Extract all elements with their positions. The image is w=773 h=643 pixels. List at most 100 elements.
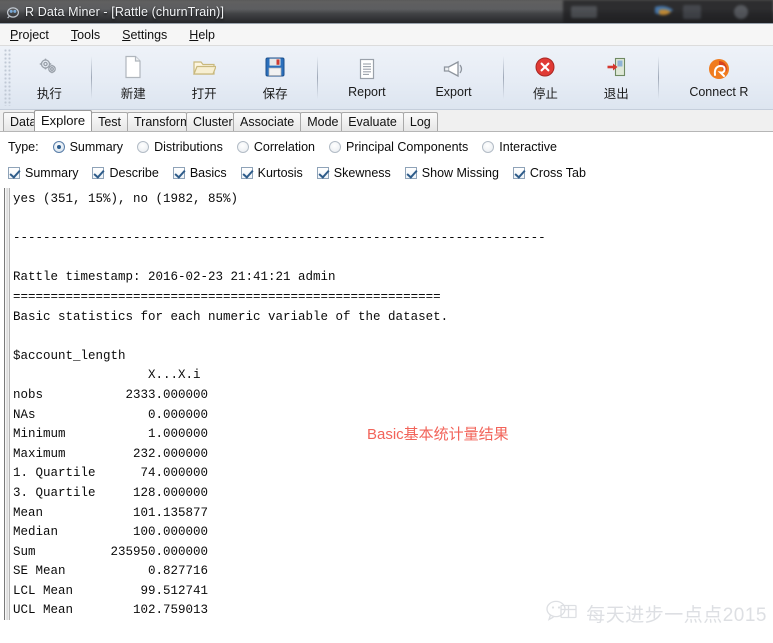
checkbox-summary-indicator — [8, 167, 20, 179]
toolbar-button-new-label: 新建 — [121, 83, 146, 102]
menu-item-help[interactable]: Help — [187, 27, 217, 43]
radio-correlation-indicator — [237, 141, 249, 153]
tab-evaluate[interactable]: Evaluate — [341, 112, 404, 131]
console-output-text: yes (351, 15%), no (1982, 85%) ---------… — [13, 190, 546, 620]
checkbox-kurtosis-indicator — [241, 167, 253, 179]
tab-associate[interactable]: Associate — [233, 112, 301, 131]
rattle-app-icon — [6, 5, 20, 19]
checkbox-cross-tab-label: Cross Tab — [530, 166, 586, 180]
tab-strip: Data Explore Test Transform Cluster Asso… — [0, 110, 773, 132]
toolbar-button-connect-r-label: Connect R — [689, 85, 748, 99]
checkbox-basics[interactable]: Basics — [173, 166, 227, 180]
radio-correlation-label: Correlation — [254, 140, 315, 154]
toolbar-drag-grip[interactable] — [4, 49, 12, 106]
wechat-logo-icon — [545, 598, 579, 629]
tab-log[interactable]: Log — [403, 112, 438, 131]
toolbar-button-export[interactable]: Export — [410, 46, 497, 109]
open-folder-icon — [192, 54, 216, 80]
radio-summary-indicator — [53, 141, 65, 153]
tab-test[interactable]: Test — [91, 112, 128, 131]
toolbar-separator-3 — [503, 56, 504, 99]
radio-principal-components-label: Principal Components — [346, 140, 468, 154]
annotation-basic-stats: Basic基本统计量结果 — [367, 423, 509, 444]
stop-circle-icon — [534, 54, 556, 80]
checkbox-cross-tab-indicator — [513, 167, 525, 179]
checkbox-kurtosis[interactable]: Kurtosis — [241, 166, 303, 180]
toolbar-button-open[interactable]: 打开 — [169, 46, 240, 109]
radio-distributions-label: Distributions — [154, 140, 223, 154]
explore-options-row: Summary Describe Basics Kurtosis Skewnes… — [0, 159, 773, 186]
toolbar-button-stop[interactable]: 停止 — [510, 46, 581, 109]
toolbar-button-save[interactable]: 保存 — [240, 46, 311, 109]
toolbar-button-report[interactable]: Report — [324, 46, 411, 109]
checkbox-describe-label: Describe — [109, 166, 158, 180]
title-bar: R Data Miner - [Rattle (churnTrain)] — [0, 0, 773, 24]
menu-item-project[interactable]: Project — [8, 27, 51, 43]
toolbar-button-stop-label: 停止 — [533, 83, 558, 102]
toolbar-separator-2 — [317, 56, 318, 99]
execute-gears-icon — [37, 54, 61, 80]
toolbar-button-execute-label: 执行 — [37, 83, 62, 102]
checkbox-skewness-label: Skewness — [334, 166, 391, 180]
checkbox-basics-label: Basics — [190, 166, 227, 180]
radio-summary[interactable]: Summary — [53, 140, 123, 154]
application-window: R Data Miner - [Rattle (churnTrain)] Pro… — [0, 0, 773, 643]
menu-item-settings[interactable]: Settings — [120, 27, 169, 43]
menu-item-tools[interactable]: Tools — [69, 27, 102, 43]
checkbox-summary-label: Summary — [25, 166, 78, 180]
checkbox-show-missing-indicator — [405, 167, 417, 179]
radio-interactive-label: Interactive — [499, 140, 557, 154]
quit-door-icon — [605, 54, 627, 80]
radio-distributions[interactable]: Distributions — [137, 140, 223, 154]
connect-r-icon — [707, 56, 731, 82]
toolbar-button-save-label: 保存 — [263, 83, 288, 102]
checkbox-describe[interactable]: Describe — [92, 166, 158, 180]
tab-transform[interactable]: Transform — [127, 112, 187, 131]
radio-distributions-indicator — [137, 141, 149, 153]
menu-item-tools-label-rest: ools — [77, 28, 100, 42]
radio-interactive-indicator — [482, 141, 494, 153]
toolbar-separator-1 — [91, 56, 92, 99]
new-document-icon — [123, 54, 143, 80]
toolbar: 执行 新建 打开 — [0, 46, 773, 110]
toolbar-button-quit[interactable]: 退出 — [581, 46, 652, 109]
checkbox-skewness[interactable]: Skewness — [317, 166, 391, 180]
toolbar-button-execute[interactable]: 执行 — [14, 46, 85, 109]
checkbox-describe-indicator — [92, 167, 104, 179]
watermark: 每天进步一点点2015 — [545, 598, 767, 629]
type-label: Type: — [8, 140, 39, 154]
toolbar-separator-4 — [658, 56, 659, 99]
tab-explore[interactable]: Explore — [34, 110, 92, 131]
watermark-text: 每天进步一点点2015 — [586, 600, 767, 627]
report-lines-icon — [358, 56, 376, 82]
checkbox-show-missing[interactable]: Show Missing — [405, 166, 499, 180]
toolbar-button-connect-r[interactable]: Connect R — [665, 46, 773, 109]
output-text-panel[interactable]: yes (351, 15%), no (1982, 85%) ---------… — [4, 188, 773, 620]
radio-summary-label: Summary — [70, 140, 123, 154]
radio-interactive[interactable]: Interactive — [482, 140, 557, 154]
window-title: R Data Miner - [Rattle (churnTrain)] — [25, 5, 224, 19]
radio-principal-components-indicator — [329, 141, 341, 153]
menu-item-project-label-rest: roject — [18, 28, 49, 42]
checkbox-show-missing-label: Show Missing — [422, 166, 499, 180]
checkbox-skewness-indicator — [317, 167, 329, 179]
checkbox-summary[interactable]: Summary — [8, 166, 78, 180]
radio-correlation[interactable]: Correlation — [237, 140, 315, 154]
save-floppy-icon — [264, 54, 286, 80]
tab-cluster[interactable]: Cluster — [186, 112, 234, 131]
checkbox-kurtosis-label: Kurtosis — [258, 166, 303, 180]
radio-principal-components[interactable]: Principal Components — [329, 140, 468, 154]
toolbar-button-report-label: Report — [348, 85, 386, 99]
toolbar-button-new[interactable]: 新建 — [98, 46, 169, 109]
menu-item-settings-label-rest: ettings — [130, 28, 167, 42]
toolbar-button-open-label: 打开 — [192, 83, 217, 102]
checkbox-basics-indicator — [173, 167, 185, 179]
menu-item-help-label-rest: elp — [198, 28, 215, 42]
tab-model[interactable]: Mode — [300, 112, 342, 131]
checkbox-cross-tab[interactable]: Cross Tab — [513, 166, 586, 180]
title-bar-blurred-icons — [563, 0, 773, 24]
toolbar-button-quit-label: 退出 — [604, 83, 629, 102]
toolbar-button-export-label: Export — [435, 85, 471, 99]
menu-bar: Project Tools Settings Help — [0, 24, 773, 46]
tab-data[interactable]: Data — [3, 112, 35, 131]
